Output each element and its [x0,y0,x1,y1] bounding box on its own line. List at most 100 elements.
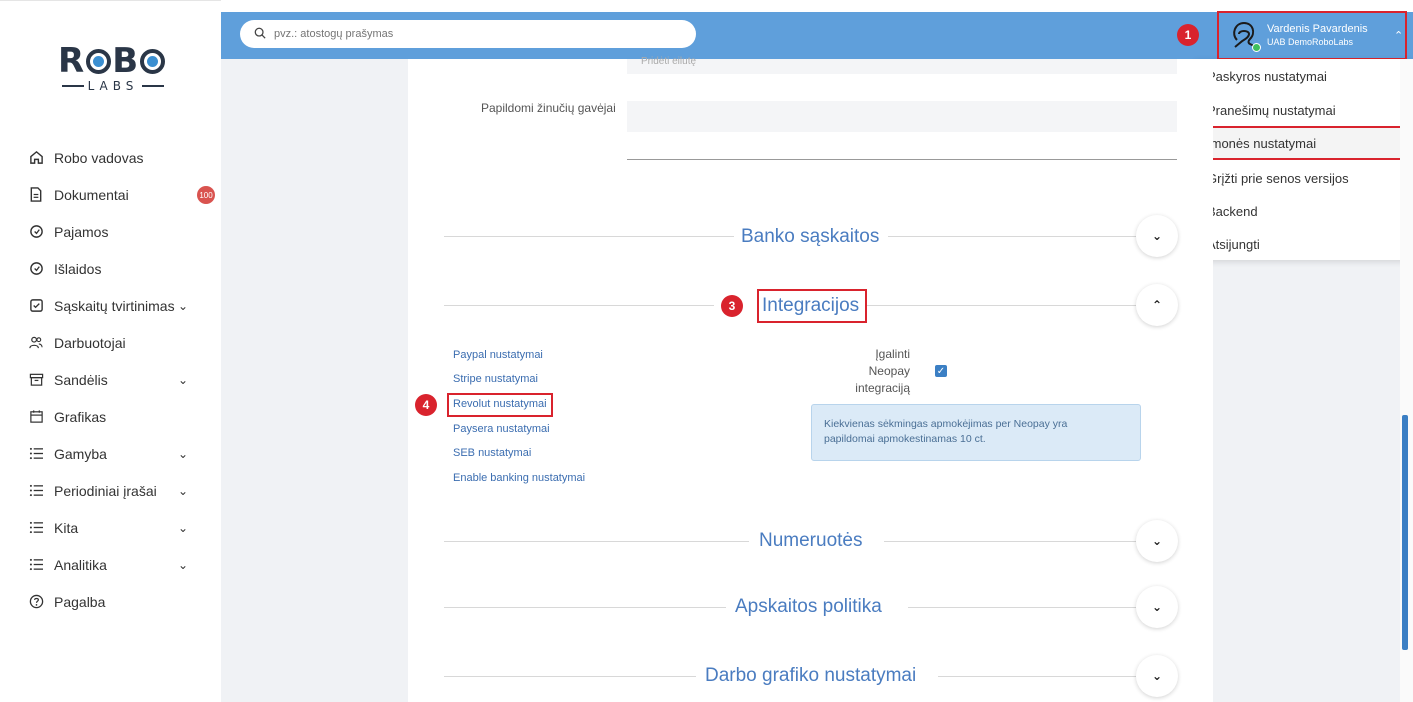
sidebar-item-periodiniai-irasai[interactable]: Periodiniai įrašai ⌄ [28,472,218,509]
link-paysera-settings[interactable]: Paysera nustatymai [453,423,550,435]
sidebar-item-label: Pajamos [54,223,109,240]
sidebar-item-label: Dokumentai [54,186,129,203]
help-icon [28,594,44,610]
section-title-banko-saskaitos[interactable]: Banko sąskaitos [741,226,879,248]
calendar-icon [28,409,44,425]
info-text-line1: Kiekvienas sėkmingas apmokėjimas per Neo… [824,418,1068,430]
chevron-down-icon: ⌄ [1151,669,1163,683]
sidebar-item-robo-vadovas[interactable]: Robo vadovas [28,139,218,176]
link-paypal-settings[interactable]: Paypal nustatymai [453,349,543,361]
section-title-apskaitos-politika[interactable]: Apskaitos politika [735,596,882,618]
list-icon [28,557,44,573]
sidebar-item-label: Grafikas [54,408,107,425]
sidebar-item-analitika[interactable]: Analitika ⌄ [28,546,218,583]
sidebar-item-dokumentai[interactable]: Dokumentai 100 [28,176,218,213]
expand-work-schedule-button[interactable]: ⌄ [1136,655,1178,697]
sidebar-item-label: Išlaidos [54,260,102,277]
home-icon [28,150,44,166]
step-badge-3: 3 [721,295,743,317]
expand-accounting-policy-button[interactable]: ⌄ [1136,586,1178,628]
search-icon [254,27,266,42]
expand-numbering-button[interactable]: ⌄ [1136,520,1178,562]
sidebar-item-label: Gamyba [54,445,107,462]
robolabs-logo[interactable]: RB LABS [58,41,168,103]
section-title-darbo-grafiko-nustatymai[interactable]: Darbo grafiko nustatymai [705,665,916,687]
section-divider [444,305,714,306]
search-bar[interactable] [240,20,696,48]
chevron-up-icon: ⌃ [1151,298,1163,312]
link-enable-banking-settings[interactable]: Enable banking nustatymai [453,472,585,484]
sidebar-item-islaidos[interactable]: Išlaidos [28,250,218,287]
section-title-integracijos[interactable]: Integracijos [762,295,859,317]
sidebar-item-sandelis[interactable]: Sandėlis ⌄ [28,361,218,398]
sidebar: RB LABS Robo vadovas Dokumentai 100 Paja… [0,0,221,702]
chevron-down-icon: ⌄ [178,521,189,535]
sidebar-item-kita[interactable]: Kita ⌄ [28,509,218,546]
sidebar-item-label: Periodiniai įrašai [54,482,157,499]
menu-item-backend[interactable]: Backend [1207,204,1258,219]
add-row-hint: Pridėti eilutę [641,56,697,67]
user-company: UAB DemoRoboLabs [1267,37,1354,47]
chevron-down-icon: ⌄ [178,558,189,572]
sidebar-item-pajamos[interactable]: Pajamos [28,213,218,250]
expand-bank-accounts-button[interactable]: ⌄ [1136,215,1178,257]
step-badge-4: 4 [415,394,437,416]
section-divider [444,676,696,677]
extra-recipients-label: Papildomi žinučių gavėjai [481,101,616,115]
link-seb-settings[interactable]: SEB nustatymai [453,447,531,459]
sidebar-item-grafikas[interactable]: Grafikas [28,398,218,435]
expenses-icon [28,261,44,277]
menu-item-pranesimu-nustatymai[interactable]: Pranešimų nustatymai [1207,103,1336,118]
enable-neopay-label-line1: Įgalinti [875,347,910,361]
user-name: Vardenis Pavardenis [1267,23,1368,35]
info-text-line2: papildomai apmokestinamas 10 ct. [824,433,986,445]
section-divider [908,607,1136,608]
menu-item-label: Įmonės nustatymai [1207,136,1317,151]
chevron-down-icon: ⌄ [1151,534,1163,548]
sidebar-nav: Robo vadovas Dokumentai 100 Pajamos Išla… [28,139,218,620]
enable-neopay-label-line2: Neopay [868,364,910,378]
section-title-numeruotes[interactable]: Numeruotės [759,530,863,552]
extra-recipients-field[interactable] [627,101,1177,132]
add-row-field[interactable]: Pridėti eilutę [627,56,1177,74]
enable-neopay-label-line3: integraciją [855,381,910,395]
section-divider [444,607,726,608]
chevron-down-icon: ⌄ [178,484,189,498]
menu-item-griztis-prie-senos-versijos[interactable]: Grįžti prie senos versijos [1207,171,1349,186]
collapse-integrations-button[interactable]: ⌃ [1136,284,1178,326]
link-revolut-settings[interactable]: Revolut nustatymai [453,398,547,410]
sidebar-item-label: Darbuotojai [54,334,126,351]
section-divider [888,236,1136,237]
income-icon [28,224,44,240]
chevron-down-icon: ⌄ [1151,600,1163,614]
sidebar-item-pagalba[interactable]: Pagalba [28,583,218,620]
invoice-approval-icon [28,298,44,314]
field-underline [627,159,1177,160]
menu-item-imones-nustatymai[interactable]: Įmonės nustatymai [1197,126,1407,160]
sidebar-item-darbuotojai[interactable]: Darbuotojai [28,324,218,361]
section-divider [867,305,1136,306]
list-icon [28,446,44,462]
section-divider [884,541,1136,542]
list-icon [28,520,44,536]
section-divider [444,541,749,542]
warehouse-icon [28,372,44,388]
notification-badge: 100 [197,186,215,204]
online-status-indicator [1252,43,1261,52]
link-stripe-settings[interactable]: Stripe nustatymai [453,373,538,385]
neopay-info-box: Kiekvienas sėkmingas apmokėjimas per Neo… [811,404,1141,461]
menu-item-paskyros-nustatymai[interactable]: Paskyros nustatymai [1207,69,1327,84]
user-menu-toggle[interactable]: Vardenis Pavardenis UAB DemoRoboLabs ⌃ [1217,11,1407,60]
section-divider [938,676,1136,677]
menu-item-atsijungti[interactable]: Atsijungti [1207,237,1260,252]
sidebar-item-saskaitu-tvirtinimas[interactable]: Sąskaitų tvirtinimas ⌄ [28,287,218,324]
chevron-up-icon: ⌃ [1394,30,1404,42]
sidebar-item-label: Robo vadovas [54,149,144,166]
list-icon [28,483,44,499]
step-badge-1: 1 [1177,24,1199,46]
sidebar-item-gamyba[interactable]: Gamyba ⌄ [28,435,218,472]
chevron-down-icon: ⌄ [178,447,189,461]
enable-neopay-checkbox[interactable]: ✓ [935,365,947,377]
scrollbar-thumb[interactable] [1402,415,1408,650]
search-input[interactable] [274,28,674,40]
